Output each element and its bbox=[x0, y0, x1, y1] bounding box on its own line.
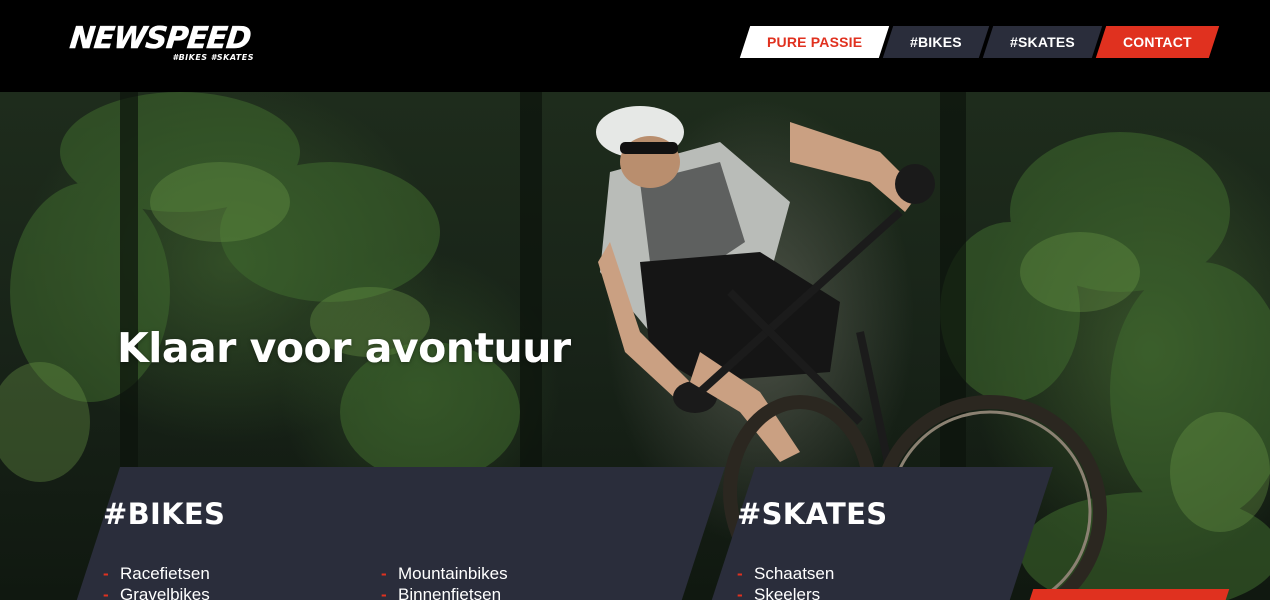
nav-contact[interactable]: CONTACT bbox=[1096, 26, 1220, 58]
main-nav: PURE PASSIE #BIKES #SKATES CONTACT bbox=[739, 26, 1220, 58]
dash-bullet: - bbox=[737, 585, 743, 600]
dash-bullet: - bbox=[381, 585, 387, 600]
link-label: Racefietsen bbox=[120, 564, 210, 583]
nav-pure-passie[interactable]: PURE PASSIE bbox=[739, 26, 890, 58]
bikes-list-column-2: - Mountainbikes - Binnenfietsen bbox=[381, 563, 508, 600]
link-label: Gravelbikes bbox=[120, 585, 210, 600]
bikes-title[interactable]: #BIKES bbox=[103, 497, 225, 531]
red-cta-tab[interactable] bbox=[1026, 589, 1230, 600]
bikes-list-column-1: - Racefietsen - Gravelbikes bbox=[103, 563, 210, 600]
skates-list-column-1: - Schaatsen - Skeelers bbox=[737, 563, 834, 600]
nav-pure-passie-label: PURE PASSIE bbox=[767, 34, 863, 50]
link-label: Schaatsen bbox=[754, 564, 835, 583]
dash-bullet: - bbox=[103, 585, 109, 600]
bikes-link-binnenfietsen[interactable]: - Binnenfietsen bbox=[381, 584, 508, 600]
link-label: Binnenfietsen bbox=[398, 585, 502, 600]
dash-bullet: - bbox=[737, 564, 743, 583]
link-label: Skeelers bbox=[754, 585, 821, 600]
bikes-link-gravelbikes[interactable]: - Gravelbikes bbox=[103, 584, 210, 600]
nav-bikes[interactable]: #BIKES bbox=[883, 26, 990, 58]
dash-bullet: - bbox=[103, 564, 109, 583]
skates-link-schaatsen[interactable]: - Schaatsen bbox=[737, 563, 834, 584]
nav-bikes-label: #BIKES bbox=[910, 34, 963, 50]
nav-skates-label: #SKATES bbox=[1010, 34, 1076, 50]
page: NEWSPEED #BIKES #SKATES PURE PASSIE #BIK… bbox=[0, 0, 1270, 600]
bikes-link-racefietsen[interactable]: - Racefietsen bbox=[103, 563, 210, 584]
logo-tagline: #BIKES #SKATES bbox=[172, 53, 254, 62]
link-label: Mountainbikes bbox=[398, 564, 508, 583]
dash-bullet: - bbox=[381, 564, 387, 583]
site-header: NEWSPEED #BIKES #SKATES PURE PASSIE #BIK… bbox=[0, 0, 1270, 92]
logo-wordmark: NEWSPEED bbox=[68, 21, 253, 57]
hero-title: Klaar voor avontuur bbox=[117, 324, 571, 372]
bikes-link-mountainbikes[interactable]: - Mountainbikes bbox=[381, 563, 508, 584]
nav-contact-label: CONTACT bbox=[1123, 34, 1192, 50]
skates-link-skeelers[interactable]: - Skeelers bbox=[737, 584, 834, 600]
newspeed-logo[interactable]: NEWSPEED #BIKES #SKATES bbox=[68, 21, 260, 66]
nav-skates[interactable]: #SKATES bbox=[983, 26, 1103, 58]
skates-title[interactable]: #SKATES bbox=[737, 497, 887, 531]
